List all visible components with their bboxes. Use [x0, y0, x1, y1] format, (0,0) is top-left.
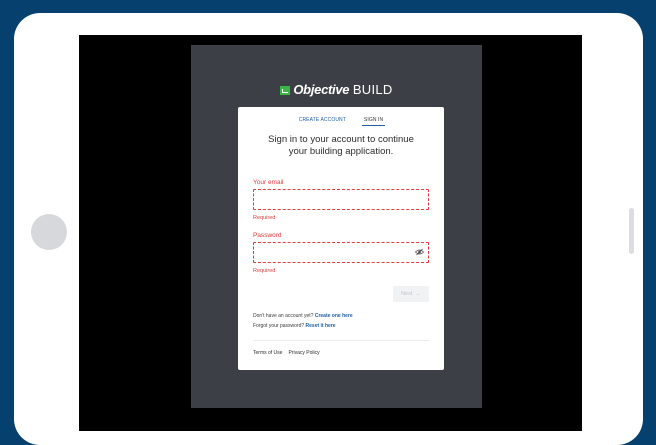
brand-logo: Objective BUILD	[191, 82, 482, 98]
brand-name-bold: Objective	[293, 82, 350, 97]
tablet-side-button	[629, 208, 634, 254]
arrow-right-icon: →	[413, 291, 421, 297]
password-label: Password	[253, 232, 282, 239]
next-button-label: Next	[401, 291, 413, 297]
tab-sign-in[interactable]: SIGN IN	[361, 114, 386, 126]
tab-create-account[interactable]: CREATE ACCOUNT	[297, 114, 348, 126]
eye-slash-icon[interactable]	[415, 248, 424, 256]
create-account-link[interactable]: Create one here	[315, 313, 353, 319]
reset-prompt-text: Forgot your password?	[253, 323, 305, 329]
page-title: Sign in to your account to continue your…	[268, 134, 414, 157]
reset-prompt: Forgot your password? Reset it here	[253, 323, 336, 329]
brand-name-light: BUILD	[352, 82, 393, 97]
terms-link[interactable]: Terms of Use	[253, 350, 282, 356]
card-footer: Terms of Use Privacy Policy	[253, 350, 326, 356]
next-button[interactable]: Next →	[393, 286, 429, 302]
footer-divider	[253, 340, 429, 341]
auth-tabs: CREATE ACCOUNT SIGN IN	[238, 114, 444, 126]
reset-password-link[interactable]: Reset it here	[306, 323, 336, 329]
app-panel: Objective BUILD CREATE ACCOUNT SIGN IN S…	[191, 45, 482, 408]
email-error: Required	[253, 215, 276, 221]
email-field[interactable]	[253, 189, 429, 210]
signin-card: CREATE ACCOUNT SIGN IN Sign in to your a…	[238, 107, 444, 370]
password-error: Required	[253, 268, 276, 274]
signup-prompt: Don't have an account yet? Create one he…	[253, 313, 353, 319]
signup-prompt-text: Don't have an account yet?	[253, 313, 314, 319]
chart-logo-icon	[280, 86, 291, 95]
email-label: Your email	[253, 179, 284, 186]
tablet-screen: Objective BUILD CREATE ACCOUNT SIGN IN S…	[79, 35, 582, 431]
privacy-link[interactable]: Privacy Policy	[288, 350, 319, 356]
password-field[interactable]	[253, 242, 429, 263]
tablet-home-button[interactable]	[31, 214, 67, 250]
